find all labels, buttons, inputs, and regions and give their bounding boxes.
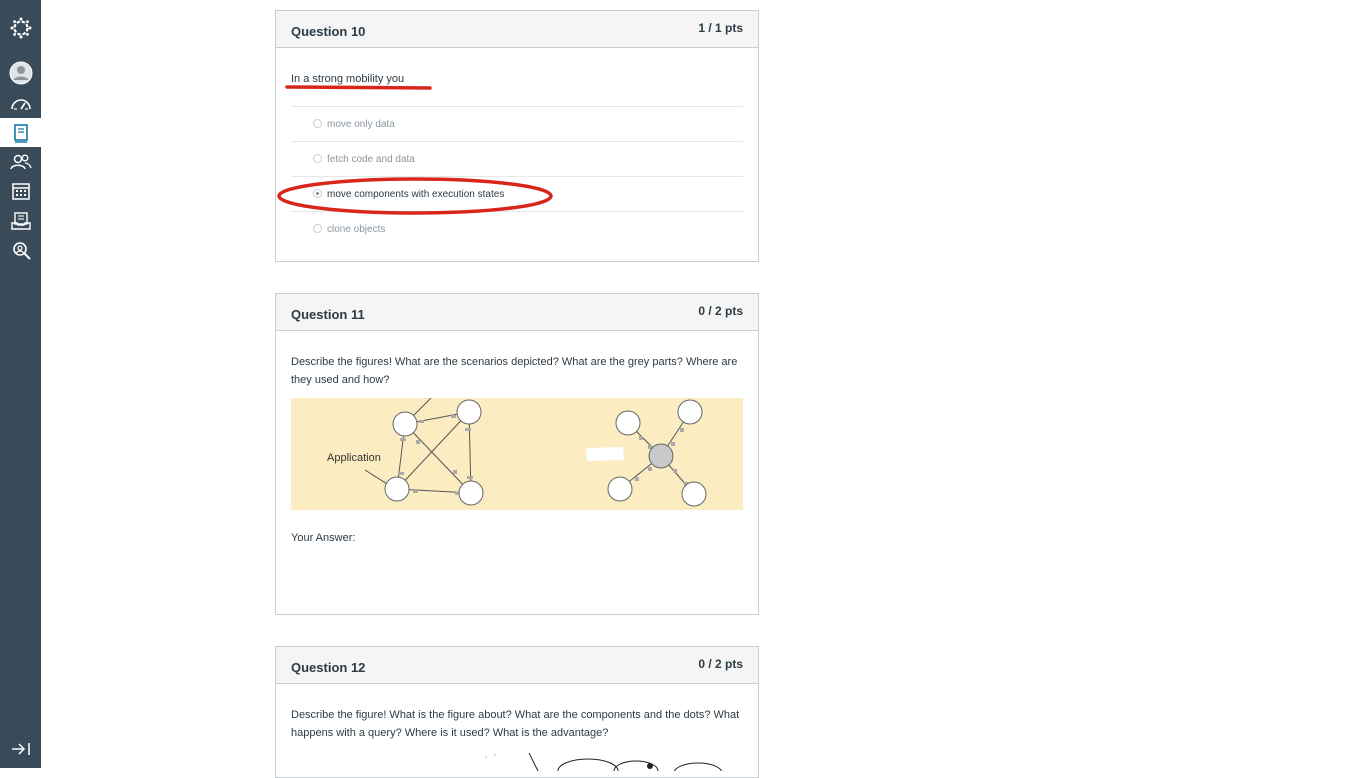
courses-nav-book-icon[interactable] (0, 118, 41, 147)
answer-label: move components with execution states (327, 189, 505, 200)
avatar-icon[interactable] (0, 58, 41, 87)
radio-button[interactable] (313, 154, 322, 163)
question-text: Describe the figure! What is the figure … (291, 709, 740, 739)
answer-option[interactable]: move only data (291, 106, 743, 141)
figure-application-label: Application (327, 452, 381, 464)
figure-partial-image (485, 752, 723, 771)
question-title: Question 10 (291, 24, 366, 39)
commons-icon[interactable] (0, 236, 41, 265)
network-figure-image: Application (291, 398, 743, 510)
question-title: Question 11 (291, 307, 365, 322)
radio-button[interactable] (313, 224, 322, 233)
answer-option-selected[interactable]: move components with execution states (291, 176, 743, 211)
canvas-logo-icon[interactable] (0, 13, 41, 42)
radio-button[interactable] (313, 119, 322, 128)
question-text: In a strong mobility you (291, 73, 405, 85)
question-points: 0 / 2 pts (698, 657, 743, 671)
calendar-icon[interactable] (0, 176, 41, 205)
question-points: 1 / 1 pts (698, 21, 743, 35)
question-title: Question 12 (291, 660, 366, 675)
answer-option[interactable]: clone objects (291, 211, 743, 246)
question-12-card: Question 12 0 / 2 pts Describe the figur… (275, 646, 759, 778)
your-answer-label: Your Answer: (291, 532, 356, 544)
answer-label: move only data (327, 119, 395, 130)
answer-label: fetch code and data (327, 154, 415, 165)
radio-button-selected[interactable] (313, 189, 322, 198)
question-10-card: Question 10 1 / 1 pts In a strong mobili… (275, 10, 759, 262)
dashboard-icon[interactable] (0, 89, 41, 118)
collapse-arrow-icon[interactable] (0, 734, 41, 763)
global-nav-sidebar (0, 0, 41, 768)
inbox-icon[interactable] (0, 206, 41, 235)
groups-icon[interactable] (0, 147, 41, 176)
question-points: 0 / 2 pts (698, 304, 743, 318)
question-11-card: Question 11 0 / 2 pts Describe the figur… (275, 293, 759, 615)
answer-label: clone objects (327, 224, 386, 235)
question-text: Describe the figures! What are the scena… (291, 356, 738, 386)
question-header: Question 12 0 / 2 pts (276, 647, 758, 684)
answer-option[interactable]: fetch code and data (291, 141, 743, 176)
question-header: Question 11 0 / 2 pts (276, 294, 758, 331)
question-header: Question 10 1 / 1 pts (276, 11, 758, 48)
